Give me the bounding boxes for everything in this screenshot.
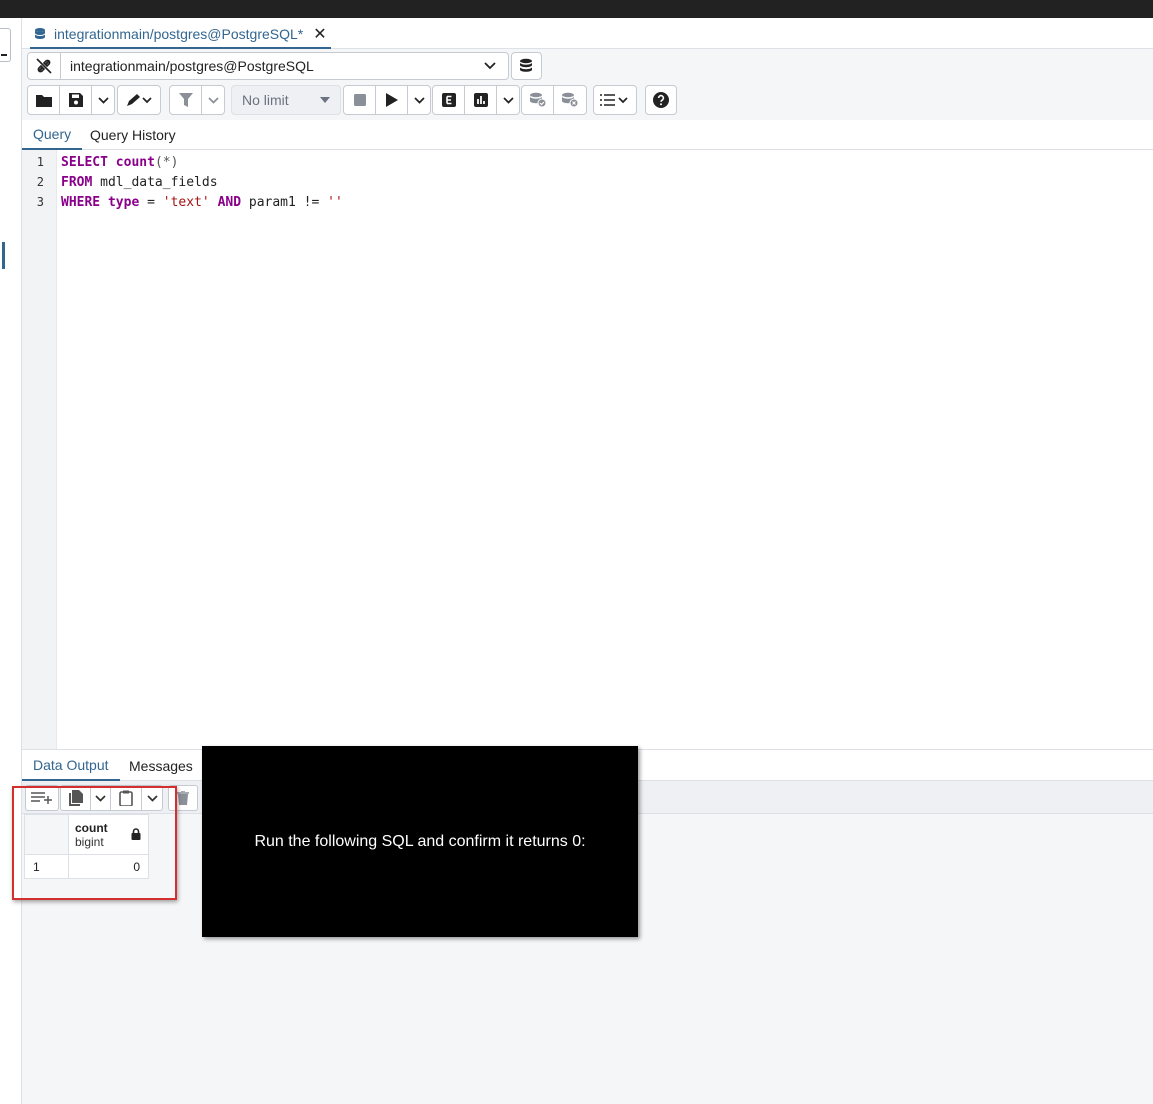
instruction-overlay: Run the following SQL and confirm it ret… xyxy=(202,746,638,937)
explain-button[interactable] xyxy=(433,86,465,114)
panel-accent-marker xyxy=(2,242,5,269)
execute-query-button[interactable] xyxy=(376,86,408,114)
code-token: 'text' xyxy=(162,195,210,210)
question-circle-icon xyxy=(653,92,669,108)
caret-down-icon xyxy=(320,97,330,103)
open-file-button[interactable] xyxy=(28,86,60,114)
filter-options-dropdown[interactable] xyxy=(202,86,224,114)
stop-icon xyxy=(353,94,366,106)
rollback-button[interactable] xyxy=(554,86,586,114)
row-limit-select[interactable]: No limit xyxy=(231,85,341,115)
database-stack-icon xyxy=(519,58,532,72)
line-number: 2 xyxy=(36,175,44,189)
explain-e-icon xyxy=(441,93,456,107)
chevron-down-icon xyxy=(484,62,496,70)
line-number-gutter: 1 2 3 xyxy=(22,150,57,749)
document-tab-strip: integrationmain/postgres@PostgreSQL* ✕ xyxy=(22,18,1153,49)
database-icon xyxy=(34,27,46,39)
code-line: WHERE type = 'text' AND param1 != '' xyxy=(61,195,343,210)
row-limit-value: No limit xyxy=(242,92,289,108)
close-tab-icon[interactable]: ✕ xyxy=(313,24,326,44)
connection-select-value: integrationmain/postgres@PostgreSQL xyxy=(70,58,314,74)
line-number: 1 xyxy=(36,155,44,169)
tab-query-history[interactable]: Query History xyxy=(90,120,176,150)
pencil-icon xyxy=(127,94,152,106)
explain-options-dropdown[interactable] xyxy=(497,86,519,114)
highlight-annotation-box xyxy=(12,786,177,900)
instruction-text: Run the following SQL and confirm it ret… xyxy=(254,832,586,850)
trash-icon xyxy=(177,791,189,805)
help-button-group xyxy=(645,85,677,115)
chevron-down-icon xyxy=(502,96,514,104)
tab-messages[interactable]: Messages xyxy=(129,750,193,781)
save-file-button[interactable] xyxy=(60,86,92,114)
floppy-disk-icon xyxy=(68,93,83,107)
edit-menu-button[interactable] xyxy=(118,86,160,114)
line-number: 3 xyxy=(36,195,44,209)
code-token: SELECT xyxy=(61,155,108,170)
funnel-icon xyxy=(178,93,193,107)
database-commit-icon xyxy=(529,92,546,108)
edit-button-group xyxy=(117,85,161,115)
execute-options-dropdown[interactable] xyxy=(408,86,430,114)
save-options-dropdown[interactable] xyxy=(92,86,114,114)
code-token: type xyxy=(107,195,140,210)
code-token: count xyxy=(115,155,155,170)
file-button-group xyxy=(27,85,115,115)
connection-select[interactable]: integrationmain/postgres@PostgreSQL xyxy=(61,52,509,80)
execute-button-group xyxy=(343,85,431,115)
chevron-down-icon xyxy=(413,96,425,104)
filter-button-group xyxy=(169,85,225,115)
transaction-button-group xyxy=(521,85,587,115)
chevron-down-icon xyxy=(97,96,109,104)
folder-icon xyxy=(35,95,52,107)
macros-menu-button[interactable] xyxy=(594,86,636,114)
tab-data-output[interactable]: Data Output xyxy=(22,750,120,781)
code-token: mdl_data_fields xyxy=(92,175,218,190)
new-connection-button[interactable] xyxy=(511,52,542,80)
database-rollback-icon xyxy=(562,92,579,108)
query-subtabs: Query Query History xyxy=(22,120,1153,150)
play-icon xyxy=(385,93,398,107)
code-token: = xyxy=(139,195,163,210)
list-icon xyxy=(600,94,628,106)
left-collapsed-panel xyxy=(0,18,22,1104)
code-token: FROM xyxy=(61,175,93,190)
disconnected-plug-icon xyxy=(36,58,52,74)
code-line: SELECT count(*) xyxy=(61,155,178,170)
query-tool-tab-title: integrationmain/postgres@PostgreSQL* xyxy=(54,25,304,42)
code-token: param1 != xyxy=(241,195,328,210)
filter-button[interactable] xyxy=(170,86,202,114)
connection-status-button[interactable] xyxy=(27,52,61,80)
window-top-bar xyxy=(0,0,1153,18)
explain-analyze-button[interactable] xyxy=(465,86,497,114)
code-token: WHERE xyxy=(61,195,101,210)
stop-query-button[interactable] xyxy=(344,86,376,114)
query-tool-tab[interactable]: integrationmain/postgres@PostgreSQL* ✕ xyxy=(30,20,331,49)
help-button[interactable] xyxy=(646,86,676,114)
commit-button[interactable] xyxy=(522,86,554,114)
code-line: FROM mdl_data_fields xyxy=(61,175,218,190)
collapse-toggle-button[interactable] xyxy=(0,28,11,62)
chevron-down-icon xyxy=(207,96,219,104)
macros-button-group xyxy=(593,85,637,115)
sql-editor[interactable]: 1 2 3 SELECT count(*) FROM mdl_data_fiel… xyxy=(22,150,1153,749)
explain-button-group xyxy=(432,85,520,115)
connection-bar: integrationmain/postgres@PostgreSQL xyxy=(27,52,542,80)
code-token: '' xyxy=(327,195,343,210)
tab-query[interactable]: Query xyxy=(22,120,83,150)
code-token: AND xyxy=(217,195,242,210)
bar-chart-icon xyxy=(473,93,488,107)
code-token: (*) xyxy=(154,155,179,170)
query-tool-panel: integrationmain/postgres@PostgreSQL No l… xyxy=(22,49,1153,1104)
